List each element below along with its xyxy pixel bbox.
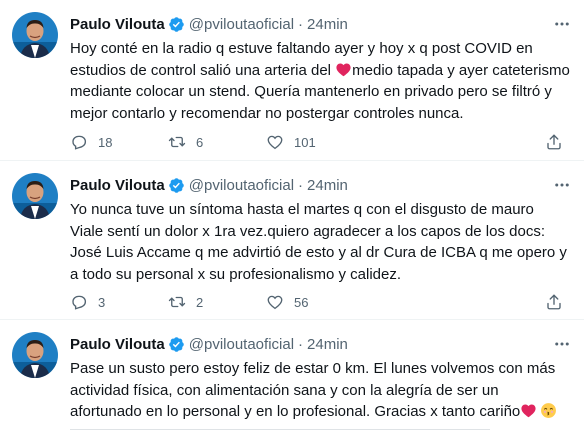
display-name[interactable]: Paulo Vilouta (70, 177, 165, 194)
retweet-count: 2 (196, 294, 204, 310)
avatar[interactable] (12, 332, 58, 378)
more-options-icon[interactable] (552, 14, 572, 34)
like-button[interactable]: 56 (266, 293, 364, 311)
tweet-header: Paulo Vilouta @pviloutaoficial · 24min (70, 174, 348, 196)
share-button[interactable] (545, 133, 584, 151)
reply-button[interactable]: 18 (70, 133, 168, 151)
tweet-2[interactable]: Paulo Vilouta @pviloutaoficial · 24min Y… (0, 161, 584, 320)
reply-icon (72, 295, 87, 310)
tweet-3[interactable]: Paulo Vilouta @pviloutaoficial · 24min P… (0, 320, 584, 433)
avatar-photo (12, 332, 58, 378)
tweet-header: Paulo Vilouta @pviloutaoficial · 24min (70, 13, 348, 35)
more-options-icon[interactable] (552, 334, 572, 354)
avatar[interactable] (12, 12, 58, 58)
like-count: 101 (294, 134, 316, 150)
display-name[interactable]: Paulo Vilouta (70, 16, 165, 33)
verified-badge-icon (168, 336, 184, 352)
handle[interactable]: @pviloutaoficial (189, 177, 294, 194)
avatar-photo (12, 173, 58, 219)
like-heart-icon (267, 295, 283, 310)
timestamp[interactable]: 24min (307, 336, 348, 353)
share-icon (547, 134, 561, 150)
reply-count: 18 (98, 134, 113, 150)
tweet-1[interactable]: Paulo Vilouta @pviloutaoficial · 24min H… (0, 0, 584, 161)
timestamp[interactable]: 24min (307, 16, 348, 33)
tweet-text-part: Pase un susto pero estoy feliz de estar … (70, 360, 556, 420)
more-options-icon[interactable] (552, 175, 572, 195)
tweet-text: Hoy conté en la radio q estuve faltando … (70, 38, 570, 124)
retweet-button[interactable]: 2 (168, 293, 266, 311)
like-count: 56 (294, 294, 309, 310)
reply-count: 3 (98, 294, 106, 310)
separator-dot: · (298, 15, 304, 33)
share-button[interactable] (545, 293, 584, 311)
timestamp[interactable]: 24min (307, 177, 348, 194)
retweet-button[interactable]: 6 (168, 133, 266, 151)
tweet-feed: Paulo Vilouta @pviloutaoficial · 24min H… (0, 0, 584, 433)
tweet-actions: 3 2 56 (70, 292, 561, 312)
verified-badge-icon (168, 177, 184, 193)
separator-dot: · (298, 176, 304, 194)
display-name[interactable]: Paulo Vilouta (70, 336, 165, 353)
kissing-face-emoji-icon (541, 403, 557, 418)
handle[interactable]: @pviloutaoficial (189, 336, 294, 353)
share-icon (547, 294, 561, 310)
tweet-actions: 18 6 101 (70, 132, 561, 152)
verified-badge-icon (168, 16, 184, 32)
retweet-icon (168, 136, 186, 148)
tweet-header: Paulo Vilouta @pviloutaoficial · 24min (70, 333, 348, 355)
red-heart-emoji-icon (336, 62, 351, 76)
avatar-photo (12, 12, 58, 58)
reply-icon (72, 135, 87, 150)
handle[interactable]: @pviloutaoficial (189, 16, 294, 33)
like-button[interactable]: 101 (266, 133, 364, 151)
red-heart-emoji-icon (521, 404, 536, 418)
reply-button[interactable]: 3 (70, 293, 168, 311)
avatar[interactable] (12, 173, 58, 219)
tweet-text: Pase un susto pero estoy feliz de estar … (70, 358, 570, 423)
thread-bottom-divider (70, 429, 490, 430)
retweet-count: 6 (196, 134, 204, 150)
tweet-text: Yo nunca tuve un síntoma hasta el martes… (70, 201, 567, 283)
like-heart-icon (267, 135, 283, 150)
retweet-icon (168, 296, 186, 308)
separator-dot: · (298, 335, 304, 353)
